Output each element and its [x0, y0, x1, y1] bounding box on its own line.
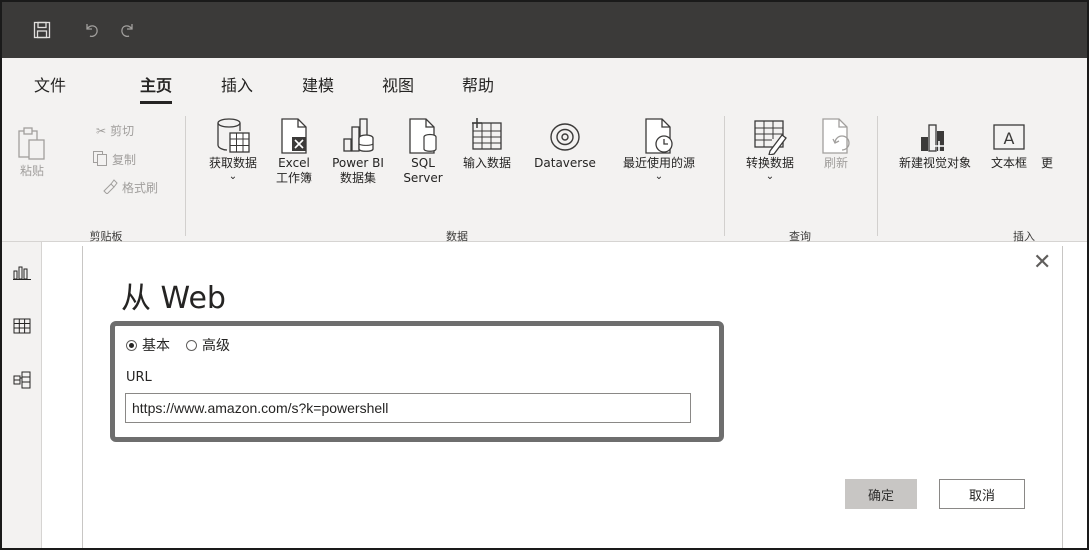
separator [185, 116, 186, 236]
radio-basic-label: 基本 [142, 338, 170, 354]
copy-button[interactable]: 复制 [92, 150, 136, 169]
sql-server-button[interactable]: SQL Server [398, 116, 448, 186]
format-painter-label: 格式刷 [122, 181, 159, 195]
get-data-label: 获取数据 [208, 156, 257, 170]
dialog-title: 从 Web [121, 281, 226, 316]
format-painter-icon [102, 178, 118, 197]
from-web-dialog: 从 Web ✕ 基本 高级 URL 确定 取消 [82, 246, 1063, 548]
excel-workbook-button[interactable]: Excel 工作簿 [270, 116, 318, 186]
url-input[interactable] [125, 393, 691, 423]
clock-file-icon [639, 116, 679, 156]
radio-advanced-label: 高级 [202, 338, 230, 354]
text-box-label: 文本框 [990, 156, 1027, 170]
tab-modeling[interactable]: 建模 [302, 72, 334, 98]
copy-label: 复制 [112, 153, 137, 167]
bar-chart-plus-icon [915, 116, 955, 156]
redo-icon[interactable] [109, 2, 145, 58]
transform-data-button[interactable]: 转换数据 ⌄ [734, 116, 806, 183]
chevron-down-icon: ⌄ [654, 171, 664, 182]
power-bi-dataset-button[interactable]: Power BI 数据集 [326, 116, 390, 186]
cut-label: 剪切 [110, 124, 135, 138]
text-box-icon: A [989, 116, 1029, 156]
text-box-button[interactable]: A 文本框 [982, 116, 1036, 171]
group-label-data: 数据 [446, 230, 468, 243]
data-view-icon[interactable] [10, 314, 34, 338]
undo-icon[interactable] [74, 2, 110, 58]
dataverse-label: Dataverse [534, 156, 596, 170]
group-label-clipboard: 剪贴板 [89, 230, 123, 243]
dataset-icon [338, 116, 378, 156]
tab-view[interactable]: 视图 [382, 72, 414, 98]
enter-data-label: 输入数据 [462, 156, 511, 170]
tab-help[interactable]: 帮助 [462, 72, 494, 98]
cancel-button[interactable]: 取消 [939, 479, 1025, 509]
url-label: URL [126, 370, 152, 385]
transform-data-label: 转换数据 [745, 156, 794, 170]
ok-button[interactable]: 确定 [845, 479, 917, 509]
copy-icon [92, 150, 108, 169]
group-label-insert: 插入 [1013, 230, 1035, 243]
refresh-button[interactable]: 刷新 [812, 116, 860, 171]
paste-icon [12, 124, 52, 164]
dataverse-icon [545, 116, 585, 156]
get-data-button[interactable]: 获取数据 ⌄ [197, 116, 269, 183]
report-view-icon[interactable] [10, 260, 34, 284]
model-view-icon[interactable] [10, 368, 34, 392]
recent-sources-label: 最近使用的源 [622, 156, 695, 170]
table-edit-icon [750, 116, 790, 156]
cut-icon: ✂ [96, 123, 107, 138]
recent-sources-button[interactable]: 最近使用的源 ⌄ [606, 116, 712, 183]
radio-selected-icon [126, 339, 137, 351]
separator [724, 116, 725, 236]
title-bar [2, 2, 1087, 58]
table-plus-icon [467, 116, 507, 156]
refresh-icon [816, 116, 856, 156]
more-visuals-label: 更 [1040, 156, 1053, 170]
refresh-label: 刷新 [823, 156, 848, 170]
new-visual-label: 新建视觉对象 [898, 156, 971, 170]
close-icon[interactable]: ✕ [1033, 252, 1051, 274]
paste-button[interactable]: 粘贴 [12, 124, 52, 179]
ribbon-tabs: 文件 主页 插入 建模 视图 帮助 [2, 58, 1087, 110]
sql-file-icon [403, 116, 443, 156]
excel-file-icon [274, 116, 314, 156]
radio-unselected-icon [186, 339, 197, 351]
sql-label-1: SQL [411, 156, 435, 170]
tab-home[interactable]: 主页 [140, 72, 173, 104]
enter-data-button[interactable]: 输入数据 [454, 116, 520, 171]
sql-label-2: Server [403, 171, 443, 185]
chevron-down-icon: ⌄ [228, 171, 238, 182]
svg-text:A: A [1004, 129, 1015, 148]
radio-basic[interactable]: 基本 [126, 335, 170, 355]
save-icon[interactable] [24, 2, 60, 58]
radio-advanced[interactable]: 高级 [186, 335, 230, 355]
power-bi-label-1: Power BI [332, 156, 384, 170]
app-window: 文件 主页 插入 建模 视图 帮助 粘贴 ✂ 剪切 复制 格式刷 剪贴板 获取数… [0, 0, 1089, 550]
paste-label: 粘贴 [19, 164, 44, 178]
separator [877, 116, 878, 236]
tab-insert[interactable]: 插入 [221, 72, 253, 98]
tab-file[interactable]: 文件 [34, 72, 66, 98]
power-bi-label-2: 数据集 [339, 171, 376, 185]
cut-button[interactable]: ✂ 剪切 [96, 122, 134, 139]
excel-label-1: Excel [278, 156, 310, 170]
view-rail [2, 242, 42, 548]
group-label-query: 查询 [789, 230, 811, 243]
chevron-down-icon: ⌄ [765, 171, 775, 182]
mode-radio-group: 基本 高级 [126, 335, 246, 355]
ribbon: 粘贴 ✂ 剪切 复制 格式刷 剪贴板 获取数据 ⌄ Excel 工作簿 Powe… [2, 110, 1087, 243]
more-visuals-button[interactable]: 更 [1038, 156, 1056, 171]
excel-label-2: 工作簿 [275, 171, 312, 185]
format-painter-button[interactable]: 格式刷 [102, 178, 158, 197]
database-table-icon [213, 116, 253, 156]
dataverse-button[interactable]: Dataverse [527, 116, 603, 171]
new-visual-button[interactable]: 新建视觉对象 [888, 116, 982, 171]
